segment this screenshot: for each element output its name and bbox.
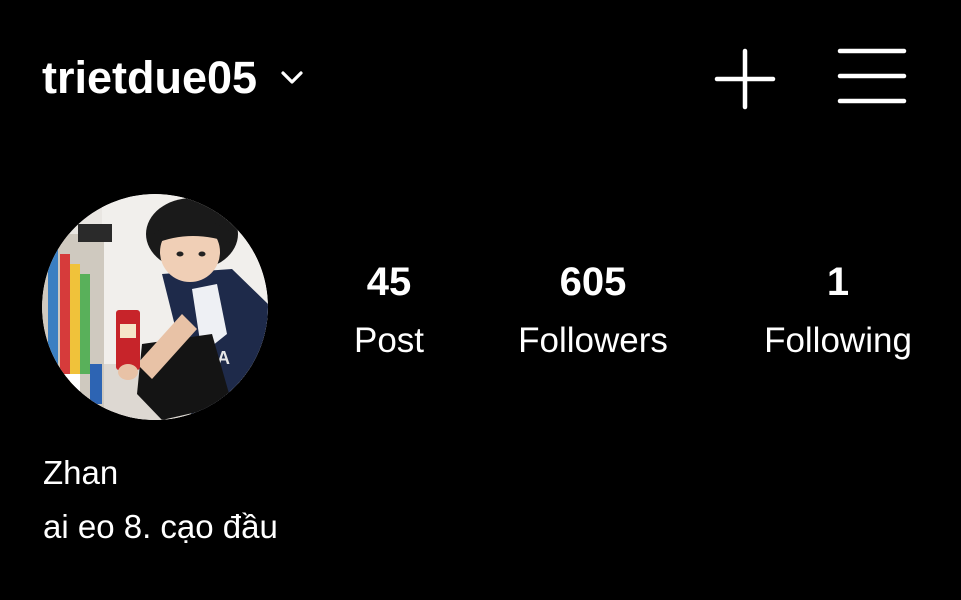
create-button[interactable] <box>712 46 778 112</box>
posts-label: Post <box>353 321 425 360</box>
stat-followers[interactable]: 605 Followers <box>500 252 686 370</box>
profile-header: trietdue05 <box>0 0 961 150</box>
posts-count: 45 <box>366 260 412 304</box>
display-name: Zhan <box>43 454 119 491</box>
account-switcher[interactable]: trietdue05 <box>42 48 307 108</box>
username: trietdue05 <box>42 52 258 103</box>
followers-label: Followers <box>518 321 668 360</box>
bio-text: ai eo 8. cạo đầu <box>43 508 278 545</box>
stat-following[interactable]: 1 Following <box>748 252 928 370</box>
menu-button[interactable] <box>836 44 908 110</box>
following-label: Following <box>764 321 912 360</box>
stat-posts[interactable]: 45 Post <box>330 252 448 370</box>
plus-icon <box>714 48 776 110</box>
profile-stats: 45 Post 605 Followers 1 Following <box>0 252 961 372</box>
followers-count: 605 <box>559 260 627 304</box>
chevron-down-icon <box>277 63 307 93</box>
following-count: 1 <box>826 260 850 304</box>
hamburger-menu-icon <box>837 48 907 104</box>
profile-bio: Zhan ai eo 8. cạo đầu <box>43 448 278 556</box>
